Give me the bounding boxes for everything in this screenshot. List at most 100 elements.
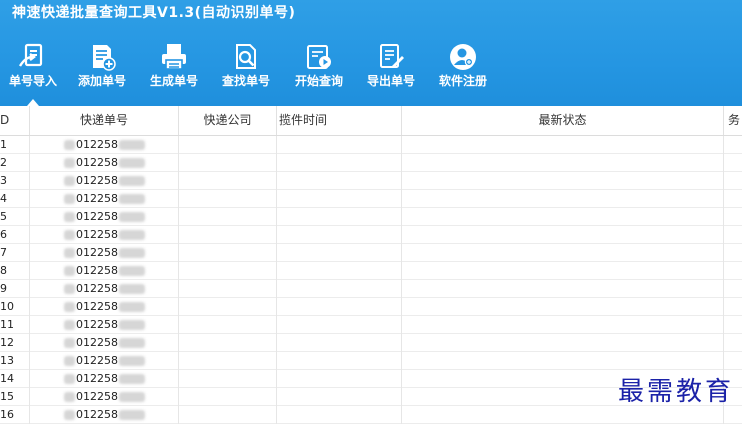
table-row[interactable]: 11 012258 <box>0 316 742 334</box>
pickup-time-cell[interactable] <box>277 352 402 370</box>
register-software-button[interactable]: 软件注册 <box>432 42 494 98</box>
latest-status-cell[interactable] <box>402 298 724 316</box>
latest-status-cell[interactable] <box>402 154 724 172</box>
latest-status-cell[interactable] <box>402 208 724 226</box>
latest-status-cell[interactable] <box>402 352 724 370</box>
column-header-more[interactable]: 务 <box>724 106 742 135</box>
table-row[interactable]: 5 012258 <box>0 208 742 226</box>
tracking-number-cell[interactable]: 012258 <box>30 352 179 370</box>
more-cell[interactable] <box>724 334 742 352</box>
tracking-number-cell[interactable]: 012258 <box>30 244 179 262</box>
pickup-time-cell[interactable] <box>277 154 402 172</box>
table-row[interactable]: 3 012258 <box>0 172 742 190</box>
more-cell[interactable] <box>724 136 742 154</box>
courier-cell[interactable] <box>179 334 277 352</box>
tracking-number-cell[interactable]: 012258 <box>30 262 179 280</box>
pickup-time-cell[interactable] <box>277 190 402 208</box>
latest-status-cell[interactable] <box>402 136 724 154</box>
more-cell[interactable] <box>724 226 742 244</box>
pickup-time-cell[interactable] <box>277 208 402 226</box>
latest-status-cell[interactable] <box>402 262 724 280</box>
table-row[interactable]: 1 012258 <box>0 136 742 154</box>
table-row[interactable]: 6 012258 <box>0 226 742 244</box>
table-row[interactable]: 13 012258 <box>0 352 742 370</box>
more-cell[interactable] <box>724 352 742 370</box>
tracking-number-cell[interactable]: 012258 <box>30 406 179 424</box>
more-cell[interactable] <box>724 208 742 226</box>
table-row[interactable]: 10 012258 <box>0 298 742 316</box>
pickup-time-cell[interactable] <box>277 226 402 244</box>
courier-cell[interactable] <box>179 298 277 316</box>
pickup-time-cell[interactable] <box>277 280 402 298</box>
tracking-number-cell[interactable]: 012258 <box>30 208 179 226</box>
more-cell[interactable] <box>724 172 742 190</box>
courier-cell[interactable] <box>179 208 277 226</box>
export-numbers-button[interactable]: 导出单号 <box>360 42 422 98</box>
more-cell[interactable] <box>724 298 742 316</box>
courier-cell[interactable] <box>179 190 277 208</box>
add-numbers-button[interactable]: 添加单号 <box>71 42 133 98</box>
more-cell[interactable] <box>724 262 742 280</box>
pickup-time-cell[interactable] <box>277 388 402 406</box>
courier-cell[interactable] <box>179 406 277 424</box>
latest-status-cell[interactable] <box>402 334 724 352</box>
table-row[interactable]: 2 012258 <box>0 154 742 172</box>
tracking-number-cell[interactable]: 012258 <box>30 316 179 334</box>
table-row[interactable]: 8 012258 <box>0 262 742 280</box>
latest-status-cell[interactable] <box>402 226 724 244</box>
latest-status-cell[interactable] <box>402 280 724 298</box>
tracking-number-cell[interactable]: 012258 <box>30 280 179 298</box>
courier-cell[interactable] <box>179 388 277 406</box>
table-row[interactable]: 9 012258 <box>0 280 742 298</box>
latest-status-cell[interactable] <box>402 244 724 262</box>
courier-cell[interactable] <box>179 244 277 262</box>
pickup-time-cell[interactable] <box>277 334 402 352</box>
column-header-courier[interactable]: 快递公司 <box>179 106 277 135</box>
column-header-tracking[interactable]: 快递单号 <box>30 106 179 135</box>
more-cell[interactable] <box>724 316 742 334</box>
more-cell[interactable] <box>724 190 742 208</box>
table-row[interactable]: 7 012258 <box>0 244 742 262</box>
courier-cell[interactable] <box>179 280 277 298</box>
courier-cell[interactable] <box>179 136 277 154</box>
tracking-number-cell[interactable]: 012258 <box>30 298 179 316</box>
generate-numbers-button[interactable]: 生成单号 <box>143 42 205 98</box>
pickup-time-cell[interactable] <box>277 262 402 280</box>
courier-cell[interactable] <box>179 370 277 388</box>
table-row[interactable]: 4 012258 <box>0 190 742 208</box>
courier-cell[interactable] <box>179 316 277 334</box>
pickup-time-cell[interactable] <box>277 316 402 334</box>
column-header-id[interactable]: D <box>0 106 30 135</box>
tracking-number-cell[interactable]: 012258 <box>30 334 179 352</box>
tracking-number-cell[interactable]: 012258 <box>30 190 179 208</box>
courier-cell[interactable] <box>179 154 277 172</box>
start-query-button[interactable]: 开始查询 <box>288 42 350 98</box>
latest-status-cell[interactable] <box>402 316 724 334</box>
pickup-time-cell[interactable] <box>277 244 402 262</box>
courier-cell[interactable] <box>179 352 277 370</box>
tracking-number-cell[interactable]: 012258 <box>30 226 179 244</box>
table-row[interactable]: 12 012258 <box>0 334 742 352</box>
more-cell[interactable] <box>724 244 742 262</box>
courier-cell[interactable] <box>179 262 277 280</box>
latest-status-cell[interactable] <box>402 190 724 208</box>
pickup-time-cell[interactable] <box>277 406 402 424</box>
latest-status-cell[interactable] <box>402 172 724 190</box>
more-cell[interactable] <box>724 280 742 298</box>
tracking-number-cell[interactable]: 012258 <box>30 388 179 406</box>
tracking-number-cell[interactable]: 012258 <box>30 136 179 154</box>
column-header-pickup-time[interactable]: 揽件时间 <box>277 106 402 135</box>
tracking-number-cell[interactable]: 012258 <box>30 154 179 172</box>
column-header-latest-status[interactable]: 最新状态 <box>402 106 724 135</box>
find-numbers-button[interactable]: 查找单号 <box>215 42 277 98</box>
courier-cell[interactable] <box>179 172 277 190</box>
more-cell[interactable] <box>724 406 742 424</box>
pickup-time-cell[interactable] <box>277 370 402 388</box>
pickup-time-cell[interactable] <box>277 136 402 154</box>
tracking-number-cell[interactable]: 012258 <box>30 370 179 388</box>
tracking-number-cell[interactable]: 012258 <box>30 172 179 190</box>
more-cell[interactable] <box>724 154 742 172</box>
courier-cell[interactable] <box>179 226 277 244</box>
table-row[interactable]: 16 012258 <box>0 406 742 424</box>
latest-status-cell[interactable] <box>402 406 724 424</box>
